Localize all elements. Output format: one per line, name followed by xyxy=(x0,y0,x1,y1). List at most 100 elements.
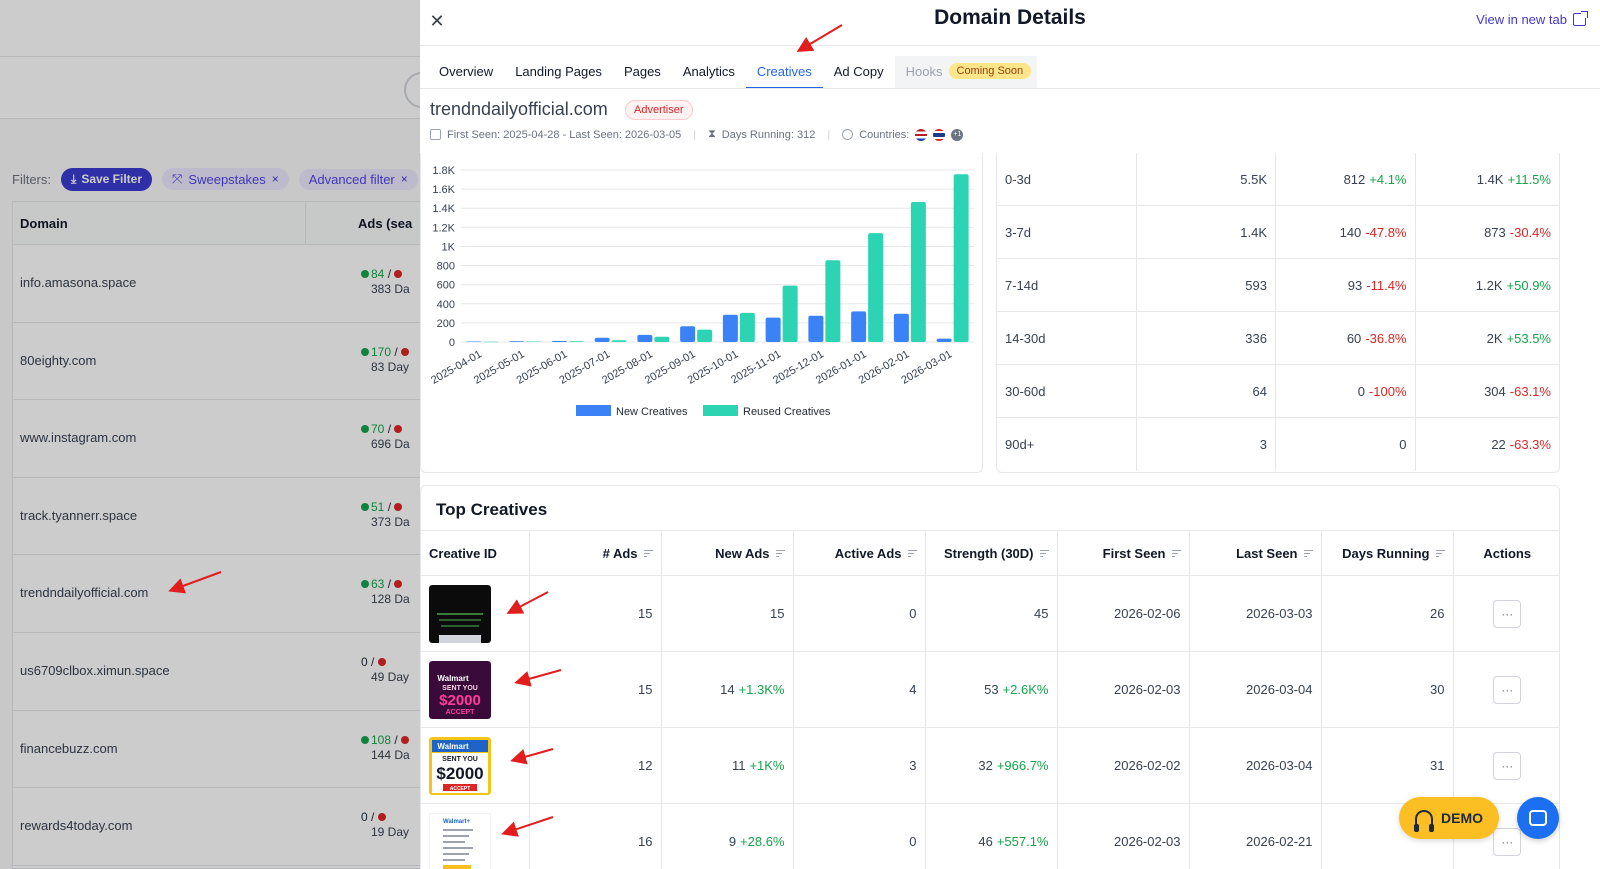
row-domain[interactable]: info.amasona.space xyxy=(20,275,136,290)
row-ads: 170 / 83 Day xyxy=(361,345,411,375)
ret-total: 3 xyxy=(1137,418,1276,471)
sort-icon[interactable] xyxy=(1039,550,1049,558)
bar-reused-creatives xyxy=(953,174,969,342)
new-ads-cell-change: +1.3K% xyxy=(738,682,785,697)
count-sep: / xyxy=(367,810,378,825)
filter-chip-sweepstakes[interactable]: ⤧ Sweepstakes × xyxy=(162,168,289,190)
filter-chip-advanced[interactable]: Advanced filter × xyxy=(298,168,418,190)
ret-range: 14-30d xyxy=(997,312,1137,364)
domain-meta: First Seen: 2025-04-28 - Last Seen: 2026… xyxy=(430,128,964,141)
table-row[interactable]: financebuzz.com 108 / 144 Da xyxy=(13,711,431,789)
creative-id-cell[interactable]: Walmart+ xyxy=(421,803,530,869)
creative-id-cell[interactable]: Walmart SENT YOU $2000 ACCEPT xyxy=(421,651,530,728)
panel-tabs: Overview Landing Pages Pages Analytics C… xyxy=(420,56,1038,89)
column-strength[interactable]: Strength (30D) xyxy=(925,530,1058,576)
column-ads[interactable]: Ads (sea xyxy=(358,216,412,231)
table-row[interactable]: us6709clbox.ximun.space 0 / 49 Day xyxy=(13,633,431,711)
active-ads-cell: 4 xyxy=(793,651,926,728)
table-row[interactable]: Walmart SENT YOU $2000 ACCEPT 12 11 +1K% 3 32 +96… xyxy=(421,727,1559,804)
new-ads-cell-change: +28.6% xyxy=(740,834,785,849)
table-row[interactable]: trendndailyofficial.com 63 / 128 Da xyxy=(13,555,431,633)
panel-title: Domain Details xyxy=(934,6,1086,29)
row-domain[interactable]: 80eighty.com xyxy=(20,353,96,368)
tab-pages[interactable]: Pages xyxy=(613,56,672,89)
column-active-ads[interactable]: Active Ads xyxy=(793,530,926,576)
remove-chip-icon[interactable]: × xyxy=(272,172,279,186)
creative-id-cell[interactable] xyxy=(421,575,530,652)
tab-overview[interactable]: Overview xyxy=(420,56,504,89)
table-row[interactable]: Walmart SENT YOU $2000 ACCEPT 15 14 +1.3K% 4 53 +… xyxy=(421,651,1559,728)
more-actions-button[interactable]: ··· xyxy=(1493,751,1522,780)
table-row[interactable]: info.amasona.space 84 / 383 Da xyxy=(13,245,431,323)
tab-ad-copy[interactable]: Ad Copy xyxy=(823,56,895,89)
row-days: 383 Da xyxy=(371,282,410,296)
active-ads-cell-value: 0 xyxy=(909,606,917,621)
active-count: 170 xyxy=(371,344,392,359)
view-in-new-tab-label: View in new tab xyxy=(1476,12,1567,27)
ret-total-value: 5.5K xyxy=(1240,171,1267,187)
sort-icon[interactable] xyxy=(1303,550,1313,558)
column-new-ads[interactable]: New Ads xyxy=(661,530,794,576)
save-filter-button[interactable]: ⤓ Save Filter xyxy=(61,167,153,191)
row-domain[interactable]: rewards4today.com xyxy=(20,818,132,833)
sort-icon[interactable] xyxy=(1435,550,1445,558)
tab-landing-pages[interactable]: Landing Pages xyxy=(504,56,613,89)
table-row[interactable]: www.instagram.com 70 / 696 Da xyxy=(13,400,431,478)
row-ads-counts: 0 / xyxy=(361,810,388,824)
table-row[interactable]: 80eighty.com 170 / 83 Day xyxy=(13,323,431,401)
row-domain[interactable]: www.instagram.com xyxy=(20,430,136,445)
column-domain[interactable]: Domain xyxy=(20,216,68,231)
sort-icon[interactable] xyxy=(643,550,653,558)
legend-label: Reused Creatives xyxy=(743,406,831,418)
table-row[interactable]: 15 15 0 45 2026-02-06 2026-03-03 26 ··· xyxy=(421,575,1559,652)
external-link-icon xyxy=(1573,11,1588,26)
row-domain[interactable]: trendndailyofficial.com xyxy=(20,585,148,600)
ret-total-value: 1.4K xyxy=(1240,224,1267,240)
sort-icon[interactable] xyxy=(1171,550,1181,558)
creative-id-cell[interactable]: Walmart SENT YOU $2000 ACCEPT xyxy=(421,727,530,804)
ret-mid-value: 0 xyxy=(1399,437,1407,452)
tab-creatives[interactable]: Creatives xyxy=(745,56,823,89)
bar-new-creatives xyxy=(637,334,653,342)
ret-last-change: -30.4% xyxy=(1509,224,1551,240)
inactive-dot-icon xyxy=(394,270,403,278)
more-actions-button[interactable]: ··· xyxy=(1493,675,1522,704)
remove-chip-icon[interactable]: × xyxy=(401,172,408,186)
row-domain[interactable]: us6709clbox.ximun.space xyxy=(20,663,170,678)
inactive-dot-icon xyxy=(394,580,403,589)
table-row[interactable]: Walmart+ 16 9 +28.6% 0 46 +557.1% 2026-02-03 202… xyxy=(421,803,1559,869)
retention-table: 0-3d 5.5K 812 +4.1% 1.4K +11.5% 3-7d 1.4K 140 -47… xyxy=(996,153,1560,473)
sort-icon[interactable] xyxy=(775,550,785,558)
bar-reused-creatives xyxy=(483,341,499,343)
column-last-seen[interactable]: Last Seen xyxy=(1189,530,1322,576)
chat-button[interactable] xyxy=(1517,797,1559,839)
sort-icon[interactable] xyxy=(907,550,917,558)
creative-thumbnail: Walmart SENT YOU$2000 ACCEPT xyxy=(429,736,491,795)
more-actions-button[interactable]: ··· xyxy=(1493,827,1522,856)
headset-icon xyxy=(1414,810,1434,832)
column-ads[interactable]: # Ads xyxy=(529,530,662,576)
more-countries-badge[interactable]: +1 xyxy=(951,128,964,141)
strength-cell-change: +966.7% xyxy=(996,758,1049,773)
svg-text:Walmart: Walmart xyxy=(437,674,469,683)
ret-range: 30-60d xyxy=(997,365,1137,417)
creatives-chart-card: 0 200 400 600 800 1K 1.2K 1.4K 1.6K 1.8K 2025-04-0… xyxy=(420,153,983,473)
table-row: 14-30d 336 60 -36.8% 2K +53.5% xyxy=(997,312,1559,365)
column-days-running[interactable]: Days Running xyxy=(1321,530,1454,576)
table-row[interactable]: track.tyannerr.space 51 / 373 Da xyxy=(13,478,431,556)
demo-button[interactable]: DEMO xyxy=(1399,797,1499,839)
tab-analytics[interactable]: Analytics xyxy=(672,56,746,89)
more-actions-button[interactable]: ··· xyxy=(1493,599,1522,628)
y-tick-label: 400 xyxy=(437,299,455,311)
ret-mid: 60 -36.8% xyxy=(1276,312,1416,364)
ret-last-value: 2K xyxy=(1486,330,1503,346)
table-row[interactable]: rewards4today.com 0 / 19 Day xyxy=(13,788,431,866)
domain-name: trendndailyofficial.com xyxy=(430,99,608,119)
row-domain[interactable]: financebuzz.com xyxy=(20,741,118,756)
column-first-seen[interactable]: First Seen xyxy=(1057,530,1190,576)
column-label: Days Running xyxy=(1342,545,1430,561)
view-in-new-tab-link[interactable]: View in new tab xyxy=(1476,11,1588,27)
first-seen-cell-value: 2026-02-02 xyxy=(1114,758,1181,773)
row-domain[interactable]: track.tyannerr.space xyxy=(20,508,137,523)
days-running: Days Running: 312 xyxy=(721,128,816,141)
